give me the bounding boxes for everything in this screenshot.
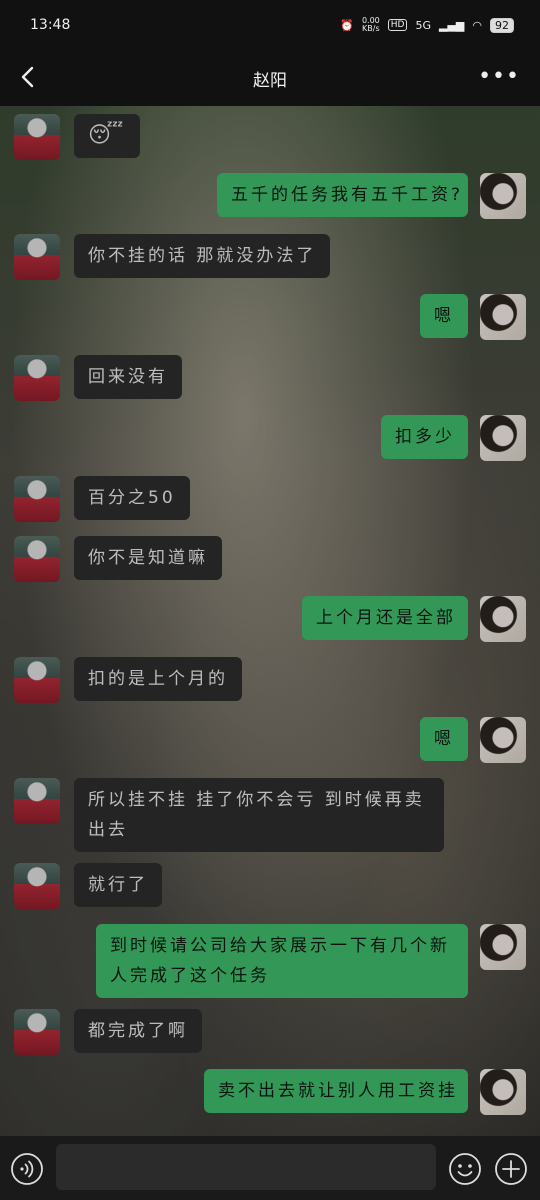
message-bubble-right[interactable]: 到时候请公司给大家展示一下有几个新人完成了这个任务 <box>96 924 468 998</box>
contact-avatar[interactable] <box>14 1009 60 1055</box>
contact-avatar[interactable] <box>14 657 60 703</box>
back-arrow-icon[interactable] <box>14 62 44 92</box>
contact-avatar[interactable] <box>14 536 60 582</box>
message-bubble-left[interactable]: 扣的是上个月的 <box>74 657 242 701</box>
message-bubble-left[interactable]: 😴 <box>74 114 141 158</box>
message-input[interactable] <box>56 1144 436 1190</box>
status-icons: ⏰ 0.00 KB/s HD 5G ▂▄▆ ◠ 92 <box>340 17 514 33</box>
chat-area[interactable]: 😴 五千的任务我有五千工资? 你不挂的话 那就没办法了 嗯 回来没有 扣多少 百… <box>0 106 540 1136</box>
signal-5g: 5G <box>415 18 431 32</box>
message-bubble-right[interactable]: 嗯 <box>420 294 468 338</box>
message-bubble-right[interactable]: 上个月还是全部 <box>302 596 468 640</box>
message-bubble-left[interactable]: 都完成了啊 <box>74 1009 202 1053</box>
chat-title: 赵阳 <box>253 70 287 91</box>
message-bubble-right[interactable]: 五千的任务我有五千工资? <box>217 173 468 217</box>
wifi-icon: ◠ <box>472 18 482 32</box>
contact-avatar[interactable] <box>14 863 60 909</box>
message-bubble-right[interactable]: 卖不出去就让别人用工资挂 <box>204 1069 468 1113</box>
battery-indicator: 92 <box>490 17 514 33</box>
input-bar <box>0 1136 540 1200</box>
voice-icon[interactable] <box>10 1152 44 1186</box>
message-bubble-left[interactable]: 你不挂的话 那就没办法了 <box>74 234 331 278</box>
message-bubble-left[interactable]: 回来没有 <box>74 355 182 399</box>
message-bubble-right[interactable]: 扣多少 <box>381 415 468 459</box>
hd-badge: HD <box>387 19 408 31</box>
contact-avatar[interactable] <box>14 355 60 401</box>
signal-bars-icon: ▂▄▆ <box>439 18 465 32</box>
message-bubble-left[interactable]: 百分之50 <box>74 476 190 520</box>
plus-icon[interactable] <box>494 1152 528 1186</box>
my-avatar[interactable] <box>480 924 526 970</box>
my-avatar[interactable] <box>480 596 526 642</box>
status-time: 13:48 <box>30 17 71 33</box>
my-avatar[interactable] <box>480 294 526 340</box>
my-avatar[interactable] <box>480 173 526 219</box>
my-avatar[interactable] <box>480 1069 526 1115</box>
more-icon[interactable]: ••• <box>478 64 520 89</box>
net-speed: 0.00 KB/s <box>361 16 380 33</box>
my-avatar[interactable] <box>480 415 526 461</box>
status-bar: 13:48 ⏰ 0.00 KB/s HD 5G ▂▄▆ ◠ 92 <box>0 0 540 50</box>
message-bubble-left[interactable]: 你不是知道嘛 <box>74 536 222 580</box>
chat-header: 赵阳 ••• <box>0 50 540 106</box>
message-bubble-right[interactable]: 嗯 <box>420 717 468 761</box>
contact-avatar[interactable] <box>14 476 60 522</box>
contact-avatar[interactable] <box>14 114 60 160</box>
emoji-icon[interactable] <box>448 1152 482 1186</box>
contact-avatar[interactable] <box>14 778 60 824</box>
message-bubble-left[interactable]: 所以挂不挂 挂了你不会亏 到时候再卖出去 <box>74 778 444 852</box>
contact-avatar[interactable] <box>14 234 60 280</box>
my-avatar[interactable] <box>480 717 526 763</box>
message-bubble-left[interactable]: 就行了 <box>74 863 162 907</box>
alarm-icon: ⏰ <box>340 18 354 32</box>
